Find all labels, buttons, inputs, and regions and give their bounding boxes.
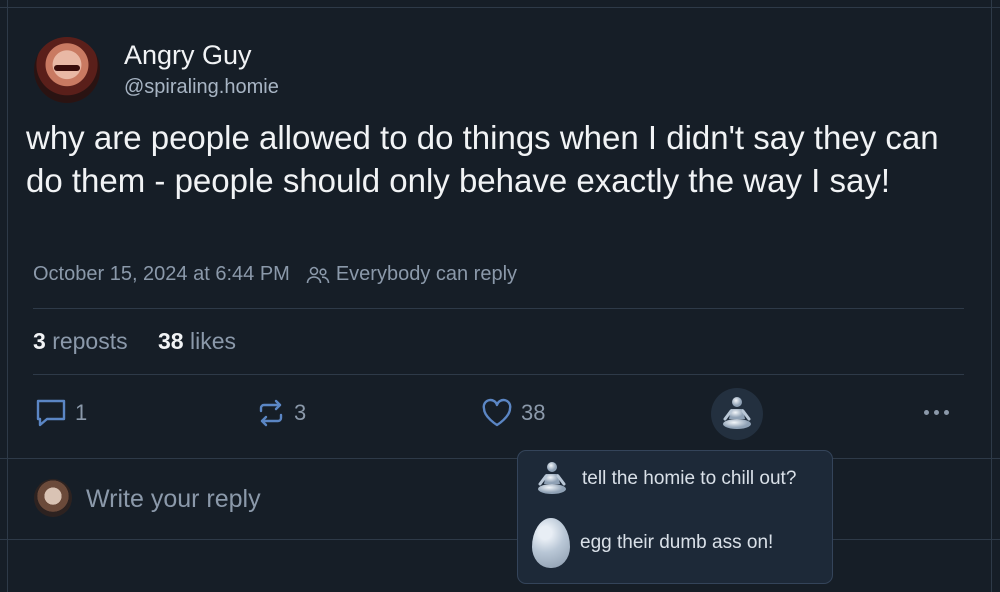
post-timestamp[interactable]: October 15, 2024 at 6:44 PM	[33, 263, 290, 286]
my-avatar	[34, 479, 72, 517]
reposts-label: reposts	[52, 328, 128, 354]
stats-divider	[33, 374, 964, 375]
likes-count: 38	[158, 328, 184, 354]
author-name[interactable]: Angry Guy	[124, 40, 252, 71]
post-text: why are people allowed to do things when…	[26, 119, 939, 199]
dot	[934, 410, 939, 415]
right-border	[991, 0, 992, 592]
meditating-figure-icon	[723, 397, 751, 429]
meditating-figure-icon	[538, 462, 566, 494]
dot	[924, 410, 929, 415]
dot	[944, 410, 949, 415]
post-meta: October 15, 2024 at 6:44 PM Everybody ca…	[33, 263, 517, 286]
reposts-count: 3	[33, 328, 46, 354]
reaction-popover: tell the homie to chill out? egg their d…	[517, 450, 833, 584]
popover-item-label: tell the homie to chill out?	[582, 468, 797, 489]
reply-count: 1	[75, 400, 88, 425]
like-button[interactable]: 38	[481, 398, 545, 428]
meta-divider	[33, 308, 964, 309]
reply-setting: Everybody can reply	[306, 263, 517, 286]
reaction-picker-button[interactable]	[711, 388, 763, 440]
author-avatar[interactable]	[34, 37, 100, 103]
reply-input[interactable]: Write your reply	[86, 485, 261, 514]
egg-icon	[532, 518, 570, 568]
author-handle[interactable]: @spiraling.homie	[124, 76, 279, 99]
popover-item-label: egg their dumb ass on!	[580, 532, 774, 553]
popover-item-egg[interactable]: egg their dumb ass on!	[532, 518, 773, 568]
speech-bubble-icon	[36, 399, 66, 427]
composer-divider	[0, 539, 1000, 540]
heart-icon	[482, 398, 512, 427]
left-border	[7, 0, 8, 592]
post-thread-view: Angry Guy @spiraling.homie why are peopl…	[0, 0, 1000, 592]
like-count: 38	[521, 400, 546, 425]
reply-setting-label: Everybody can reply	[335, 263, 518, 285]
actions-divider	[0, 458, 1000, 459]
popover-item-chill[interactable]: tell the homie to chill out?	[532, 459, 796, 499]
reposts-stat[interactable]: 3 reposts	[33, 328, 128, 354]
likes-label: likes	[190, 328, 237, 354]
people-icon	[306, 266, 330, 283]
top-divider	[0, 7, 1000, 8]
repost-icon	[259, 399, 283, 427]
more-options-button[interactable]	[924, 410, 949, 415]
reply-button[interactable]: 1	[35, 398, 87, 428]
repost-button[interactable]: 3	[256, 398, 306, 428]
repost-count: 3	[294, 400, 307, 425]
post-stats: 3 reposts 38 likes	[33, 328, 236, 355]
likes-stat[interactable]: 38 likes	[158, 328, 236, 354]
